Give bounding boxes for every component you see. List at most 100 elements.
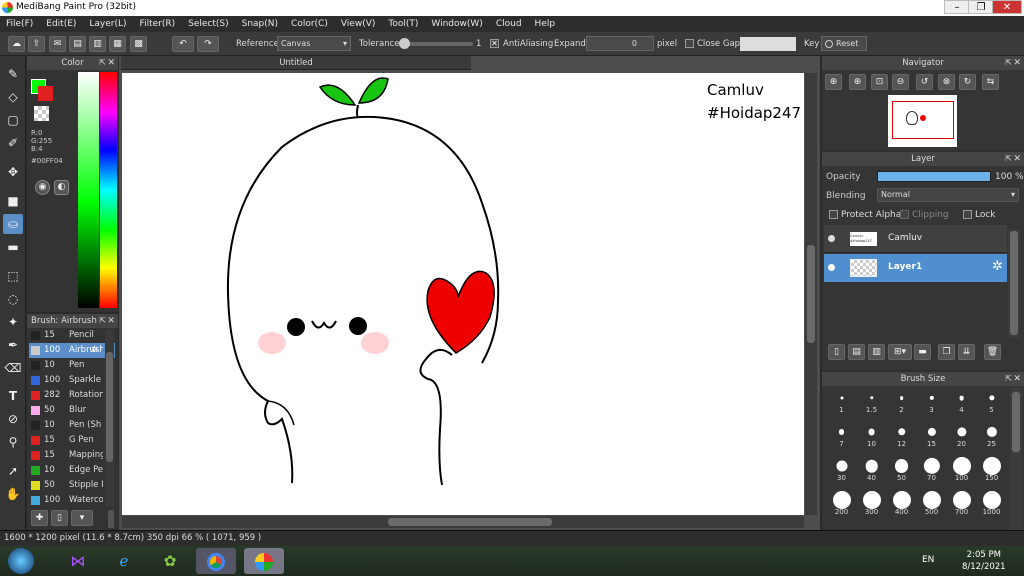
close-icon[interactable]: ✕ xyxy=(107,56,115,70)
brush-size-cell[interactable]: 1 xyxy=(827,388,856,416)
close-gaps-checkbox[interactable] xyxy=(685,39,694,48)
share-icon[interactable]: ⇪ xyxy=(28,36,45,52)
brush-list-scrollbar[interactable] xyxy=(105,330,114,506)
vertical-scrollbar[interactable] xyxy=(805,73,817,515)
protect-alpha-checkbox[interactable] xyxy=(829,210,838,219)
menu-help[interactable]: Help xyxy=(535,19,556,29)
brush-size-cell[interactable]: 2 xyxy=(887,388,916,416)
app-icon-green[interactable]: ✿ xyxy=(150,548,190,574)
brush-size-cell[interactable]: 40 xyxy=(857,456,886,484)
zoom-in-icon[interactable]: ⊕ xyxy=(825,74,842,90)
close-icon[interactable]: ✕ xyxy=(1013,372,1021,386)
new-halftone-layer-icon[interactable]: ▤ xyxy=(848,344,865,360)
gear-icon[interactable]: ✲ xyxy=(992,259,1003,274)
opacity-slider[interactable] xyxy=(877,171,991,182)
brush-item[interactable]: 10 Pen (Sh xyxy=(29,418,115,433)
actual-size-icon[interactable]: ⊖ xyxy=(892,74,909,90)
flip-icon[interactable]: ⇆ xyxy=(982,74,999,90)
rotate-right-icon[interactable]: ↻ xyxy=(959,74,976,90)
move-tool-icon[interactable]: ✥ xyxy=(3,162,23,182)
menu-layer[interactable]: Layer(L) xyxy=(89,19,126,29)
reference-select[interactable]: Canvas ▾ xyxy=(277,36,351,51)
hand-tool-icon[interactable]: ✋ xyxy=(3,484,23,504)
layer-row-layer1[interactable]: Layer1 ✲ xyxy=(824,254,1007,282)
hue-bar[interactable] xyxy=(100,72,117,308)
brush-item[interactable]: 100 Waterco xyxy=(29,493,115,506)
brush-item[interactable]: 15 Mapping xyxy=(29,448,115,463)
brush-menu-icon[interactable]: ▾ xyxy=(71,510,93,526)
eraser-tool-icon[interactable]: ◇ xyxy=(3,87,23,107)
brush-size-cell[interactable]: 30 xyxy=(827,456,856,484)
folder-icon[interactable]: ▬ xyxy=(914,344,931,360)
comment-icon[interactable]: ✉ xyxy=(49,36,66,52)
brush-item[interactable]: 10 Pen xyxy=(29,358,115,373)
close-icon[interactable]: ✕ xyxy=(107,314,115,328)
brush-item[interactable]: 282 Rotation xyxy=(29,388,115,403)
close-icon[interactable]: ✕ xyxy=(1013,56,1021,70)
redo-icon[interactable]: ↷ xyxy=(197,36,219,52)
brush-size-cell[interactable]: 5 xyxy=(977,388,1006,416)
menu-view[interactable]: View(V) xyxy=(341,19,376,29)
save-icon[interactable]: ▤ xyxy=(69,36,86,52)
brush-size-cell[interactable]: 15 xyxy=(917,422,946,450)
menu-cloud[interactable]: Cloud xyxy=(496,19,522,29)
close-icon[interactable]: ✕ xyxy=(1013,152,1021,166)
select-eraser-tool-icon[interactable]: ⌫ xyxy=(3,358,23,378)
brush-item[interactable]: 10 Edge Pe xyxy=(29,463,115,478)
brush-size-cell[interactable]: 20 xyxy=(947,422,976,450)
brush-size-cell[interactable]: 25 xyxy=(977,422,1006,450)
palette-icon[interactable]: ◉ xyxy=(35,180,50,195)
antialiasing-checkbox[interactable]: ✕ xyxy=(490,39,499,48)
medibang-taskbar-icon[interactable] xyxy=(244,548,284,574)
brush-size-cell[interactable]: 10 xyxy=(857,422,886,450)
gradient-tool-icon[interactable]: ▬ xyxy=(3,237,23,257)
cloud-icon[interactable]: ☁ xyxy=(8,36,25,52)
brush-size-cell[interactable]: 50 xyxy=(887,456,916,484)
divide-tool-icon[interactable]: ⊘ xyxy=(3,409,23,429)
vertical-scroll-thumb[interactable] xyxy=(807,245,815,343)
menu-filter[interactable]: Filter(R) xyxy=(140,19,176,29)
brush-size-scrollbar[interactable] xyxy=(1010,388,1022,530)
document-tab[interactable]: Untitled xyxy=(121,56,471,70)
text-tool-icon[interactable]: T xyxy=(3,386,23,406)
shape-tool-icon[interactable]: ■ xyxy=(3,191,23,211)
lasso-tool-icon[interactable]: ◌ xyxy=(3,289,23,309)
brush-item[interactable]: 100 Airbrush ✲ xyxy=(29,343,115,358)
brush-size-cell[interactable]: 700 xyxy=(947,490,976,518)
brush-panel-resize[interactable] xyxy=(108,510,114,528)
eye-icon[interactable] xyxy=(828,235,835,242)
expand-stepper[interactable]: 0 xyxy=(586,36,654,51)
minimize-button[interactable]: – xyxy=(944,0,970,14)
maximize-button[interactable]: ❐ xyxy=(968,0,994,14)
blending-select[interactable]: Normal ▾ xyxy=(877,188,1019,202)
eyedropper-tool-icon[interactable]: ⚲ xyxy=(3,432,23,452)
close-button[interactable]: ✕ xyxy=(992,0,1022,14)
operation-tool-icon[interactable]: ➚ xyxy=(3,461,23,481)
brush-size-cell[interactable]: 400 xyxy=(887,490,916,518)
tolerance-slider-handle[interactable] xyxy=(399,38,410,49)
brush-size-cell[interactable]: 300 xyxy=(857,490,886,518)
fit-icon[interactable]: ⊡ xyxy=(871,74,888,90)
zoom-out-icon[interactable]: ⊕ xyxy=(849,74,866,90)
secondary-color-swatch[interactable] xyxy=(38,86,53,101)
horizontal-scrollbar[interactable] xyxy=(122,516,804,528)
internet-explorer-icon[interactable]: ℯ xyxy=(104,548,144,574)
merge-layer-icon[interactable]: ⇊ xyxy=(958,344,975,360)
add-layer-dropdown-icon[interactable]: ⊞▾ xyxy=(888,344,912,360)
close-gaps-color[interactable] xyxy=(740,37,796,51)
brush-tool-icon[interactable]: ✎ xyxy=(3,64,23,84)
magic-wand-tool-icon[interactable]: ✦ xyxy=(3,312,23,332)
clipping-checkbox[interactable] xyxy=(900,210,909,219)
brush-size-cell[interactable]: 200 xyxy=(827,490,856,518)
layer-list-scrollbar[interactable] xyxy=(1008,229,1020,338)
bucket-tool-icon[interactable]: ⛀ xyxy=(3,214,23,234)
menu-color[interactable]: Color(C) xyxy=(291,19,328,29)
brush-size-cell[interactable]: 3 xyxy=(917,388,946,416)
brush-size-cell[interactable]: 1000 xyxy=(977,490,1006,518)
brush-size-cell[interactable]: 7 xyxy=(827,422,856,450)
duplicate-layer-icon[interactable]: ❐ xyxy=(938,344,955,360)
pen-tool-icon[interactable]: ✐ xyxy=(3,133,23,153)
undo-icon[interactable]: ↶ xyxy=(172,36,194,52)
grid-icon[interactable]: ▦ xyxy=(109,36,126,52)
select-tool-icon[interactable]: ⬚ xyxy=(3,266,23,286)
